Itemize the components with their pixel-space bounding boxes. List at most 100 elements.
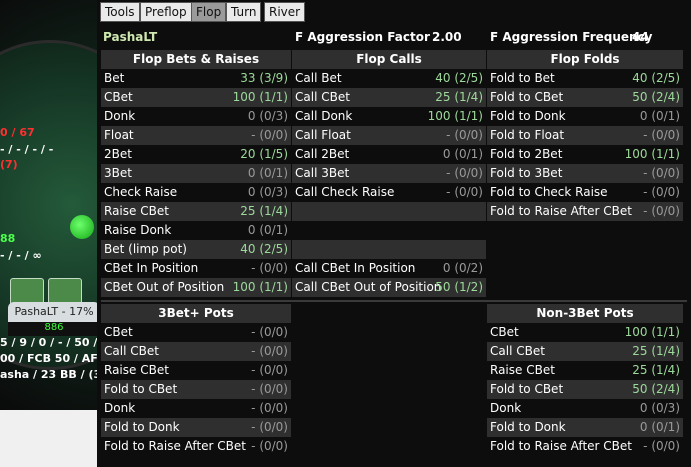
section-title: Flop Calls <box>292 50 486 69</box>
stat-row: Bet 33 (3/9) <box>101 69 291 88</box>
hud-stat-line: asha / 23 BB / (34 <box>0 368 100 381</box>
stat-label: Call CBet <box>104 344 159 358</box>
stat-row: Fold to Donk - (0/0) <box>101 418 291 437</box>
hud-stat-line: 88 <box>0 232 16 245</box>
stat-label: Raise CBet <box>104 204 169 218</box>
stat-label: Bet <box>104 71 125 85</box>
tab-bar: Tools Preflop Flop Turn River <box>97 0 691 22</box>
stat-value: - (0/0) <box>251 363 288 377</box>
hud-stat-line: - / - / - / - <box>0 143 54 156</box>
stat-value: - (0/0) <box>251 261 288 275</box>
stat-row: Call Donk 100 (1/1) <box>292 107 486 126</box>
stat-value: 0 (0/3) <box>639 401 680 415</box>
stat-value: - (0/0) <box>643 439 680 453</box>
tab-preflop[interactable]: Preflop <box>140 2 192 22</box>
stat-row: CBet Out of Position 100 (1/1) <box>101 278 291 297</box>
hud-stat-line: (7) <box>0 158 18 171</box>
stat-value: 25 (1/4) <box>435 90 483 104</box>
stat-row: 2Bet 20 (1/5) <box>101 145 291 164</box>
stat-row: Call Check Raise - (0/0) <box>292 183 486 202</box>
stat-value: - (0/0) <box>251 344 288 358</box>
tab-river[interactable]: River <box>264 2 306 22</box>
stat-value: 50 (2/4) <box>632 382 680 396</box>
stat-label: CBet In Position <box>104 261 199 275</box>
stat-label: Fold to Raise After CBet <box>490 439 632 453</box>
tab-tools[interactable]: Tools <box>100 2 140 22</box>
stat-value: - (0/0) <box>643 204 680 218</box>
stat-row: Fold to CBet 50 (2/4) <box>487 380 683 399</box>
stat-label: Fold to Raise After CBet <box>104 439 246 453</box>
stat-row <box>292 202 486 221</box>
section-title: 3Bet+ Pots <box>101 304 291 323</box>
stat-row: Donk - (0/0) <box>101 399 291 418</box>
stat-row: Raise CBet 25 (1/4) <box>101 202 291 221</box>
stat-value: 100 (1/1) <box>624 325 680 339</box>
stat-row: Bet (limp pot) 40 (2/5) <box>101 240 291 259</box>
hud-stats-popup: Tools Preflop Flop Turn River PashaLT F … <box>97 0 691 467</box>
stat-label: Raise CBet <box>490 363 555 377</box>
stat-value: 20 (1/5) <box>240 147 288 161</box>
stat-value: - (0/0) <box>643 185 680 199</box>
stat-label: Fold to Raise After CBet <box>490 204 632 218</box>
stat-label: Donk <box>104 401 136 415</box>
stat-label: 2Bet <box>104 147 132 161</box>
stat-label: CBet Out of Position <box>104 280 225 294</box>
poker-table-background: PashaLT - 17% 886 0 / 67 - / - / - / - (… <box>0 0 100 410</box>
stat-row: CBet 100 (1/1) <box>487 323 683 342</box>
stat-label: Fold to Donk <box>490 109 566 123</box>
stat-value: 40 (2/5) <box>632 71 680 85</box>
tab-turn[interactable]: Turn <box>226 2 262 22</box>
stat-row: Fold to Check Raise - (0/0) <box>487 183 683 202</box>
stat-value: - (0/0) <box>643 128 680 142</box>
stat-value: 40 (2/5) <box>240 242 288 256</box>
stat-label: CBet <box>104 325 133 339</box>
stat-row: Float - (0/0) <box>101 126 291 145</box>
stat-row: Call 3Bet - (0/0) <box>292 164 486 183</box>
stat-label: Call CBet In Position <box>295 261 416 275</box>
stat-label: Fold to Float <box>490 128 565 142</box>
stat-label: CBet <box>104 90 133 104</box>
stat-value: - (0/0) <box>251 128 288 142</box>
stat-row: Fold to Raise After CBet - (0/0) <box>101 437 291 456</box>
stat-row: Fold to Raise After CBet - (0/0) <box>487 437 683 456</box>
stat-value: 0 (0/2) <box>442 261 483 275</box>
stat-row: Fold to Bet 40 (2/5) <box>487 69 683 88</box>
stat-row: Call CBet 25 (1/4) <box>292 88 486 107</box>
non-three-bet-pots-section: Non-3Bet Pots CBet 100 (1/1) Call CBet 25 (… <box>487 304 683 456</box>
stat-label: Float <box>104 128 134 142</box>
section-title: Non-3Bet Pots <box>487 304 683 323</box>
stat-label: Donk <box>104 109 136 123</box>
aggression-factor-label: F Aggression Factor <box>295 30 430 44</box>
stat-row: Call CBet - (0/0) <box>101 342 291 361</box>
section-divider <box>101 300 687 302</box>
three-bet-pots-section: 3Bet+ Pots CBet - (0/0) Call CBet - (0/0) Ra… <box>101 304 291 456</box>
stat-label: Call Check Raise <box>295 185 395 199</box>
stat-value: 40 (2/5) <box>435 71 483 85</box>
tab-flop[interactable]: Flop <box>191 2 227 22</box>
stat-row: Donk 0 (0/3) <box>101 107 291 126</box>
player-nameplate[interactable]: PashaLT - 17% <box>8 302 100 324</box>
aggression-frequency-label: F Aggression Frequency <box>490 30 653 44</box>
stat-row: Fold to CBet 50 (2/4) <box>487 88 683 107</box>
stat-label: Call Float <box>295 128 351 142</box>
stat-value: 25 (1/4) <box>632 363 680 377</box>
stat-label: Fold to CBet <box>490 90 564 104</box>
stat-label: Donk <box>490 401 522 415</box>
stat-value: 0 (0/1) <box>442 147 483 161</box>
stat-value: - (0/0) <box>251 420 288 434</box>
stat-label: 3Bet <box>104 166 132 180</box>
flop-calls-section: Flop Calls Call Bet 40 (2/5) Call CBet 25 (… <box>292 50 486 297</box>
stat-value: - (0/0) <box>251 325 288 339</box>
flop-bets-raises-section: Flop Bets & Raises Bet 33 (3/9) CBet 100 (1… <box>101 50 291 297</box>
stat-row: Call Bet 40 (2/5) <box>292 69 486 88</box>
flop-folds-section: Flop Folds Fold to Bet 40 (2/5) Fold to CB… <box>487 50 683 221</box>
stat-label: Call 3Bet <box>295 166 350 180</box>
stat-value: - (0/0) <box>446 166 483 180</box>
stat-row <box>292 221 486 240</box>
stat-value: - (0/0) <box>251 401 288 415</box>
stat-label: Fold to Check Raise <box>490 185 608 199</box>
stat-label: Check Raise <box>104 185 178 199</box>
stat-label: Fold to CBet <box>490 382 564 396</box>
hud-stat-line: - / - / ∞ <box>0 249 42 262</box>
stat-label: CBet <box>490 325 519 339</box>
